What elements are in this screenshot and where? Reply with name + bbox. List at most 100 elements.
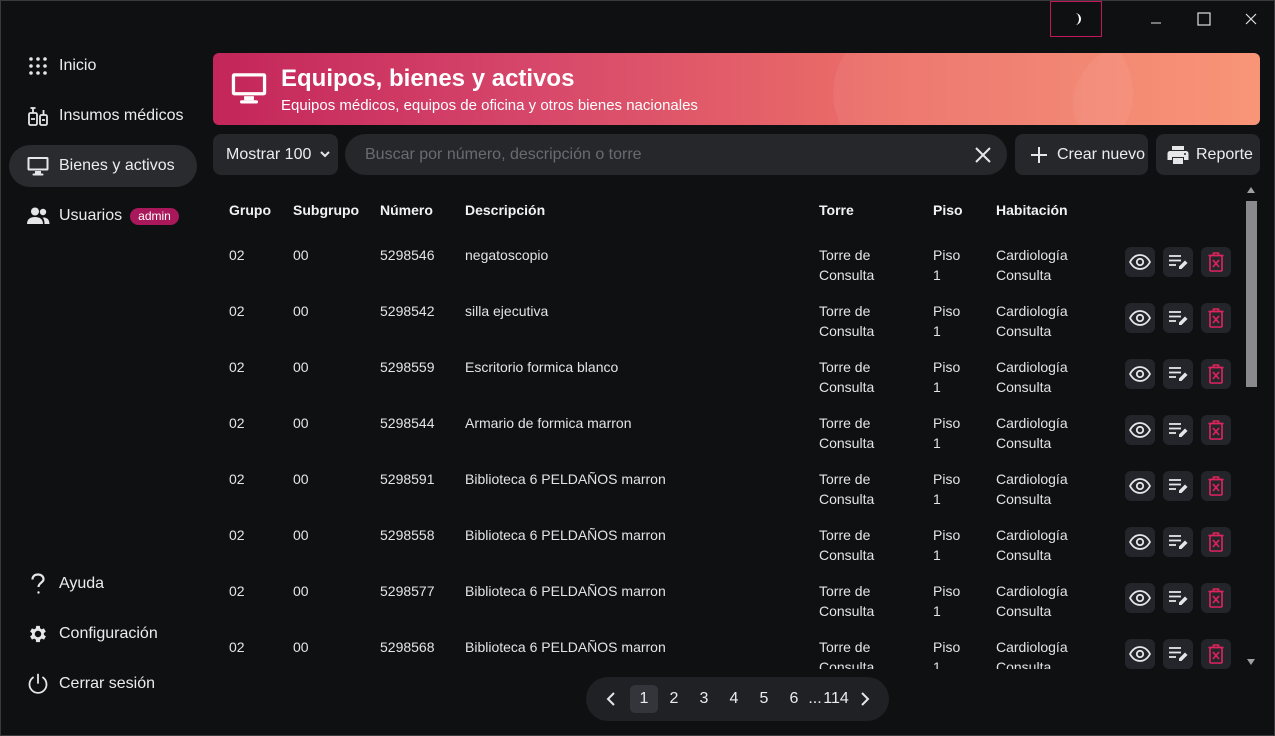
page-button[interactable]: 4 bbox=[720, 685, 748, 713]
column-header-descripcion[interactable]: Descripción bbox=[465, 202, 545, 218]
view-button[interactable] bbox=[1125, 247, 1155, 277]
sidebar-item-insumos[interactable]: Insumos médicos bbox=[9, 95, 197, 137]
delete-button[interactable] bbox=[1201, 303, 1231, 333]
cell-torre: Torre de Consulta bbox=[819, 413, 874, 453]
pagination: 1 2 3 4 5 6 ... 114 bbox=[586, 677, 889, 721]
theme-toggle-button[interactable] bbox=[1050, 1, 1102, 37]
cell-torre-line: Consulta bbox=[819, 379, 875, 395]
cell-piso-line: Piso bbox=[933, 247, 961, 263]
cell-habitacion: Cardiología Consulta bbox=[996, 525, 1068, 565]
sidebar-item-label: Cerrar sesión bbox=[59, 675, 156, 692]
table-row[interactable]: 02 00 5298558 Biblioteca 6 PELDAÑOS marron T… bbox=[213, 513, 1243, 569]
cell-numero: 5298542 bbox=[380, 303, 435, 319]
eye-icon bbox=[1129, 254, 1151, 270]
table-row[interactable]: 02 00 5298544 Armario de formica marron Torr… bbox=[213, 401, 1243, 457]
sidebar-item-usuarios[interactable]: Usuarios admin bbox=[9, 195, 197, 237]
edit-button[interactable] bbox=[1163, 247, 1193, 277]
banner-decoration bbox=[1073, 53, 1260, 125]
page-button[interactable]: 6 bbox=[780, 685, 808, 713]
view-button[interactable] bbox=[1125, 583, 1155, 613]
app-window: Inicio Insumos médicos Bienes y activos … bbox=[0, 0, 1275, 736]
cell-grupo: 02 bbox=[229, 471, 245, 487]
page-size-select[interactable]: Mostrar 100 bbox=[213, 134, 338, 175]
cell-habitacion: Cardiología Consulta bbox=[996, 469, 1068, 509]
delete-button[interactable] bbox=[1201, 639, 1231, 669]
scroll-down-icon[interactable] bbox=[1247, 659, 1255, 665]
search-input[interactable] bbox=[365, 145, 955, 164]
cell-piso: Piso 1 bbox=[933, 637, 960, 669]
edit-button[interactable] bbox=[1163, 359, 1193, 389]
view-button[interactable] bbox=[1125, 527, 1155, 557]
eye-icon bbox=[1129, 422, 1151, 438]
column-header-habitacion[interactable]: Habitación bbox=[996, 202, 1068, 218]
edit-button[interactable] bbox=[1163, 471, 1193, 501]
close-button[interactable] bbox=[1228, 1, 1274, 37]
clear-search-icon[interactable] bbox=[973, 145, 993, 165]
table-scrollbar[interactable] bbox=[1243, 183, 1259, 669]
cell-piso-line: 1 bbox=[933, 659, 941, 669]
edit-button[interactable] bbox=[1163, 639, 1193, 669]
table-row[interactable]: 02 00 5298577 Biblioteca 6 PELDAÑOS marron T… bbox=[213, 569, 1243, 625]
view-button[interactable] bbox=[1125, 415, 1155, 445]
cell-descripcion: Biblioteca 6 PELDAÑOS marron bbox=[465, 639, 666, 655]
cell-piso: Piso 1 bbox=[933, 245, 960, 285]
delete-button[interactable] bbox=[1201, 583, 1231, 613]
delete-button[interactable] bbox=[1201, 247, 1231, 277]
sidebar-item-ayuda[interactable]: Ayuda bbox=[9, 563, 197, 605]
cell-habitacion-line: Cardiología bbox=[996, 471, 1068, 487]
report-button[interactable]: Reporte bbox=[1156, 134, 1260, 175]
cell-numero: 5298558 bbox=[380, 527, 435, 543]
table-row[interactable]: 02 00 5298568 Biblioteca 6 PELDAÑOS marron T… bbox=[213, 625, 1243, 669]
previous-page-button[interactable] bbox=[598, 685, 626, 713]
page-button[interactable]: 3 bbox=[690, 685, 718, 713]
edit-icon bbox=[1168, 589, 1188, 607]
scroll-up-icon[interactable] bbox=[1247, 187, 1255, 193]
cell-habitacion-line: Consulta bbox=[996, 547, 1052, 563]
minimize-button[interactable] bbox=[1133, 1, 1179, 37]
edit-button[interactable] bbox=[1163, 415, 1193, 445]
table-row[interactable]: 02 00 5298542 silla ejecutiva Torre de Consul… bbox=[213, 289, 1243, 345]
edit-button[interactable] bbox=[1163, 303, 1193, 333]
cell-habitacion-line: Consulta bbox=[996, 435, 1052, 451]
cell-numero: 5298546 bbox=[380, 247, 435, 263]
delete-button[interactable] bbox=[1201, 527, 1231, 557]
table-row[interactable]: 02 00 5298546 negatoscopio Torre de Consulta P… bbox=[213, 233, 1243, 289]
page-button[interactable]: 2 bbox=[660, 685, 688, 713]
cell-piso: Piso 1 bbox=[933, 413, 960, 453]
cell-torre-line: Torre de bbox=[819, 527, 871, 543]
cell-piso-line: Piso bbox=[933, 303, 961, 319]
column-header-torre[interactable]: Torre bbox=[819, 202, 854, 218]
sidebar-item-inicio[interactable]: Inicio bbox=[9, 45, 197, 87]
maximize-button[interactable] bbox=[1181, 1, 1227, 37]
view-button[interactable] bbox=[1125, 639, 1155, 669]
edit-button[interactable] bbox=[1163, 583, 1193, 613]
sidebar-item-cerrar-sesion[interactable]: Cerrar sesión bbox=[9, 663, 197, 705]
cell-descripcion: Biblioteca 6 PELDAÑOS marron bbox=[465, 527, 666, 543]
edit-button[interactable] bbox=[1163, 527, 1193, 557]
table-row[interactable]: 02 00 5298591 Biblioteca 6 PELDAÑOS marron T… bbox=[213, 457, 1243, 513]
delete-button[interactable] bbox=[1201, 471, 1231, 501]
page-button[interactable]: 5 bbox=[750, 685, 778, 713]
scrollbar-thumb[interactable] bbox=[1246, 201, 1257, 387]
view-button[interactable] bbox=[1125, 359, 1155, 389]
sidebar-item-bienes[interactable]: Bienes y activos bbox=[9, 145, 197, 187]
next-page-button[interactable] bbox=[850, 685, 878, 713]
column-header-numero[interactable]: Número bbox=[380, 202, 433, 218]
column-header-piso[interactable]: Piso bbox=[933, 202, 963, 218]
delete-button[interactable] bbox=[1201, 415, 1231, 445]
page-button-last[interactable]: 114 bbox=[822, 685, 850, 713]
column-header-subgrupo[interactable]: Subgrupo bbox=[293, 202, 359, 218]
create-new-label: Crear nuevo bbox=[1057, 145, 1146, 163]
page-button[interactable]: 1 bbox=[630, 685, 658, 713]
view-button[interactable] bbox=[1125, 471, 1155, 501]
cell-habitacion-line: Cardiología bbox=[996, 639, 1068, 655]
sidebar-item-configuracion[interactable]: Configuración bbox=[9, 613, 197, 655]
delete-button[interactable] bbox=[1201, 359, 1231, 389]
create-new-button[interactable]: Crear nuevo bbox=[1015, 134, 1148, 175]
view-button[interactable] bbox=[1125, 303, 1155, 333]
search-field[interactable] bbox=[345, 134, 1007, 175]
table-row[interactable]: 02 00 5298559 Escritorio formica blanco Torr… bbox=[213, 345, 1243, 401]
column-header-grupo[interactable]: Grupo bbox=[229, 202, 271, 218]
page-size-value: Mostrar 100 bbox=[226, 145, 312, 163]
cell-torre-line: Torre de bbox=[819, 359, 871, 375]
